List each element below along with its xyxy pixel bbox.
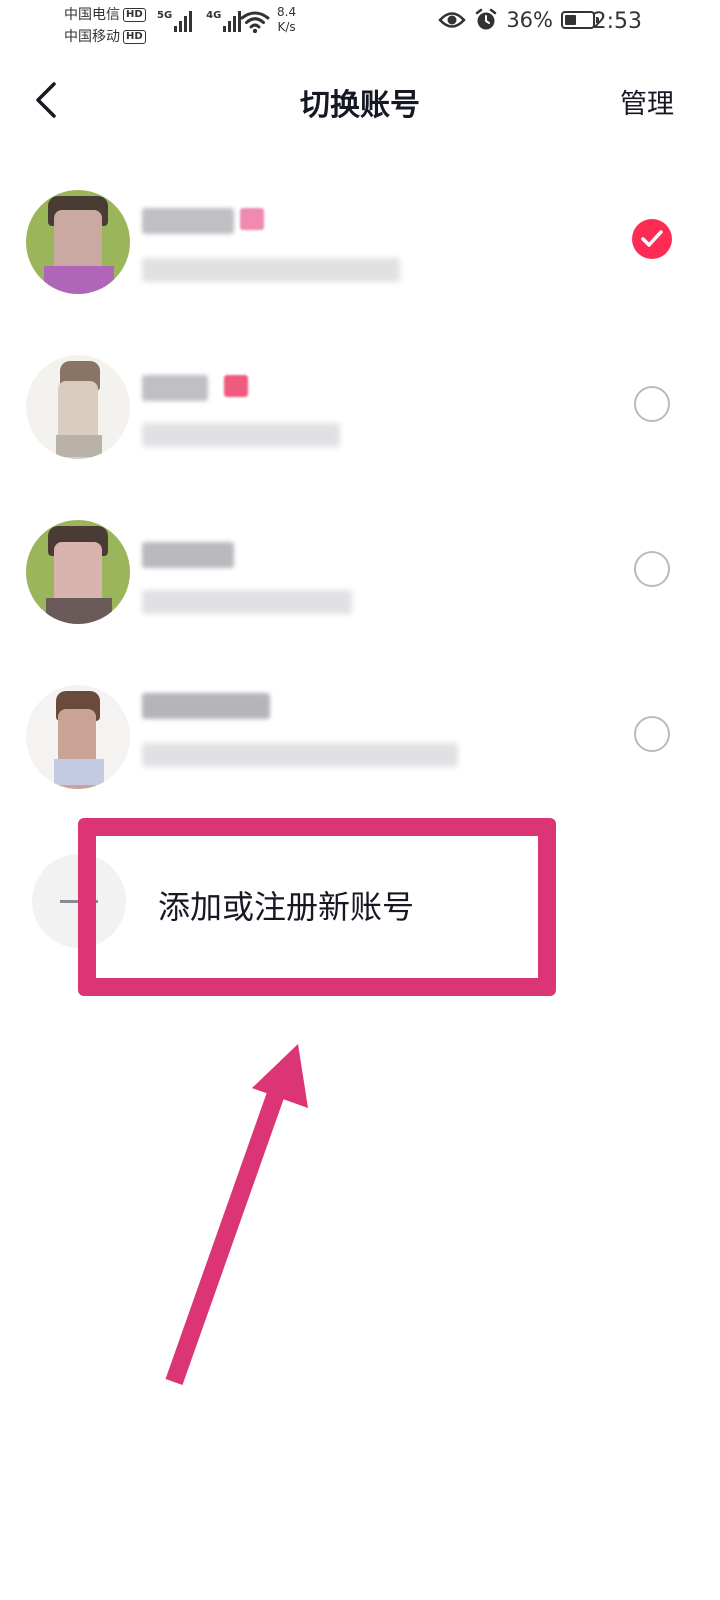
arrow-annotation-icon xyxy=(165,1044,308,1386)
avatar xyxy=(26,520,130,624)
signal-group: 5G 4G xyxy=(157,10,242,32)
account-badge-blurred xyxy=(224,375,248,397)
carrier-info: 中国电信 HD 中国移动 HD xyxy=(64,4,146,48)
account-radio[interactable] xyxy=(634,386,670,422)
net-tag-4g: 4G xyxy=(206,10,222,21)
nav-bar: 切换账号 管理 xyxy=(0,60,720,140)
hd-badge-1: HD xyxy=(123,8,146,22)
account-item[interactable] xyxy=(0,655,720,820)
avatar xyxy=(26,190,130,294)
account-radio[interactable] xyxy=(634,551,670,587)
page-title: 切换账号 xyxy=(300,88,420,123)
account-item[interactable] xyxy=(0,325,720,490)
net-tag-5g: 5G xyxy=(157,10,173,21)
account-sub-blurred xyxy=(142,258,400,282)
signal-4g-icon: 4G xyxy=(206,10,242,32)
account-name-blurred xyxy=(142,693,270,719)
account-list xyxy=(0,160,720,820)
eye-icon xyxy=(438,12,467,28)
network-speed: 8.4 K/s xyxy=(277,5,296,35)
account-item[interactable] xyxy=(0,490,720,655)
account-radio-selected[interactable] xyxy=(632,219,672,259)
speed-value: 8.4 xyxy=(277,5,297,19)
avatar xyxy=(26,685,130,789)
account-sub-blurred xyxy=(142,423,340,447)
battery-percent: 36% xyxy=(506,8,553,32)
avatar xyxy=(26,355,130,459)
carrier-2-label: 中国移动 xyxy=(64,29,120,45)
speed-unit: K/s xyxy=(277,20,296,34)
highlight-box-annotation xyxy=(78,818,556,996)
account-badge-blurred xyxy=(240,208,264,230)
account-sub-blurred xyxy=(142,743,458,767)
signal-5g-icon: 5G xyxy=(157,10,193,32)
alarm-icon xyxy=(476,8,497,30)
account-name-blurred xyxy=(142,208,234,234)
account-name-blurred xyxy=(142,375,208,401)
status-right: 36% xyxy=(438,8,599,32)
carrier-1-label: 中国电信 xyxy=(64,7,120,23)
status-time: 2:53 xyxy=(592,9,642,34)
account-radio[interactable] xyxy=(634,716,670,752)
check-icon xyxy=(641,230,663,247)
wifi-icon xyxy=(240,11,270,34)
account-name-blurred xyxy=(142,542,234,568)
battery-icon xyxy=(561,11,599,29)
account-sub-blurred xyxy=(142,590,352,614)
account-item[interactable] xyxy=(0,160,720,325)
hd-badge-2: HD xyxy=(123,30,146,44)
manage-button[interactable]: 管理 xyxy=(620,82,674,121)
status-bar: 中国电信 HD 中国移动 HD 5G 4G 8.4 K/s 36% 2:53 xyxy=(0,0,720,50)
